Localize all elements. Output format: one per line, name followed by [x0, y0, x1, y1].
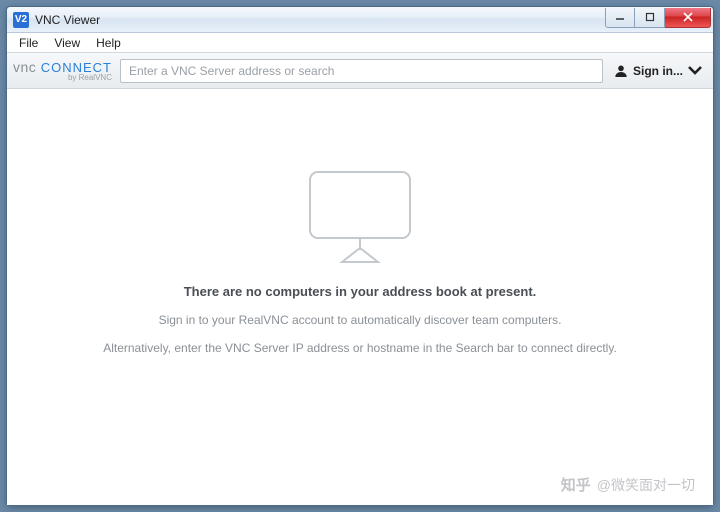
user-icon — [613, 63, 629, 79]
watermark-brand: 知乎 — [561, 474, 591, 495]
menu-view[interactable]: View — [46, 34, 88, 52]
logo-main: vnc CONNECT — [13, 60, 112, 74]
window-controls — [605, 8, 711, 28]
minimize-icon — [615, 12, 625, 22]
logo-sub-text: by RealVNC — [68, 74, 112, 82]
menubar: File View Help — [7, 33, 713, 53]
watermark: 知乎 @微笑面对一切 — [561, 474, 695, 495]
watermark-user: @微笑面对一切 — [597, 475, 695, 495]
close-icon — [682, 11, 694, 23]
menu-help[interactable]: Help — [88, 34, 129, 52]
close-button[interactable] — [665, 8, 711, 28]
monitor-icon — [300, 166, 420, 266]
toolbar: vnc CONNECT by RealVNC Sign in... — [7, 53, 713, 89]
maximize-icon — [645, 12, 655, 22]
search-input[interactable] — [120, 59, 603, 83]
sign-in-button[interactable]: Sign in... — [609, 63, 707, 79]
maximize-button[interactable] — [635, 8, 665, 28]
content-area: There are no computers in your address b… — [7, 89, 713, 505]
titlebar: V2 VNC Viewer — [7, 7, 713, 33]
empty-line2: Alternatively, enter the VNC Server IP a… — [103, 341, 617, 355]
brand-logo: vnc CONNECT by RealVNC — [13, 60, 112, 82]
empty-headline: There are no computers in your address b… — [184, 284, 537, 299]
menu-file[interactable]: File — [11, 34, 46, 52]
app-icon: V2 — [13, 12, 29, 28]
chevron-down-icon — [687, 63, 703, 79]
window-title: VNC Viewer — [35, 13, 605, 27]
minimize-button[interactable] — [605, 8, 635, 28]
empty-line1: Sign in to your RealVNC account to autom… — [159, 313, 562, 327]
app-window: V2 VNC Viewer File View Help vnc CONNECT… — [6, 6, 714, 506]
logo-vnc-text: vnc — [13, 59, 36, 75]
sign-in-label: Sign in... — [633, 64, 683, 78]
